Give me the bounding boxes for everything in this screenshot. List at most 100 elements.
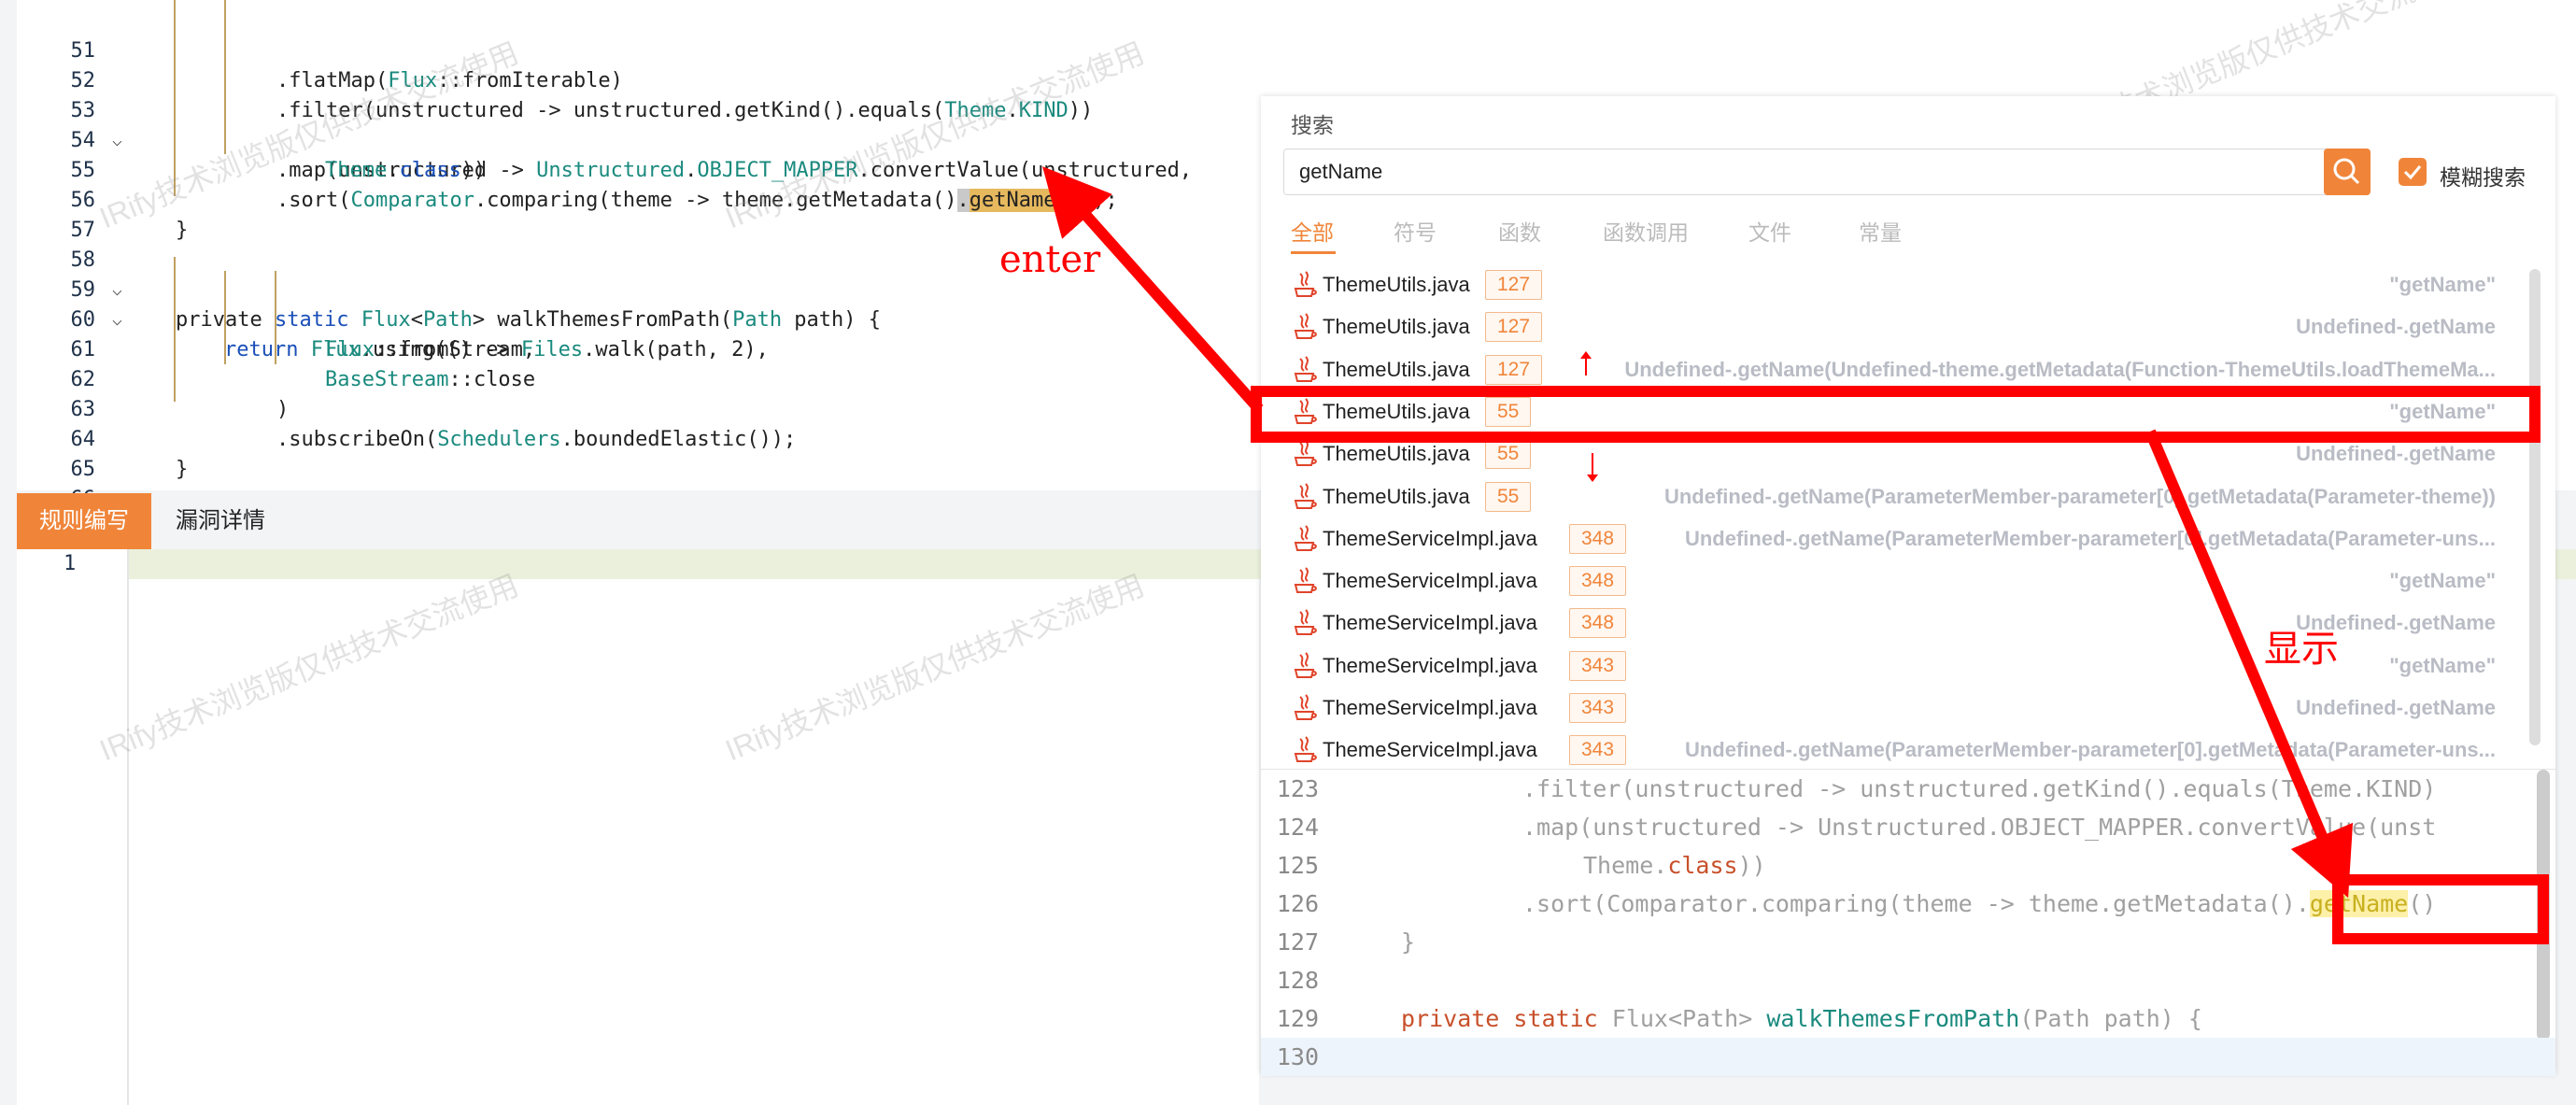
fold-chevron-icon[interactable]: ⌵ bbox=[112, 126, 122, 156]
result-file-name: ThemeServiceImpl.java bbox=[1323, 653, 1537, 677]
code-line[interactable]: 66 ⌵ private static List<Unstructured> f… bbox=[17, 455, 1029, 571]
result-row[interactable]: ThemeUtils.java 127 Undefined-.getName bbox=[1261, 306, 2522, 348]
code-text: Flux::fromStream, bbox=[325, 338, 536, 361]
tab-file[interactable]: 文件 bbox=[1748, 215, 1791, 247]
preview-line-number: 130 bbox=[1276, 1043, 1319, 1070]
result-row[interactable]: ThemeUtils.java 127 "getName" bbox=[1261, 264, 2522, 306]
code-text: Theme.class)) bbox=[325, 159, 487, 182]
java-file-icon bbox=[1293, 735, 1317, 765]
result-file-name: ThemeUtils.java bbox=[1323, 357, 1470, 381]
preview-code: .sort(Comparator.comparing(theme -> them… bbox=[1522, 890, 2437, 917]
preview-line: 129 private static Flux<Path> walkThemesF… bbox=[1261, 999, 2555, 1038]
code-line[interactable]: 63 .subscribeOn(Schedulers.boundedElasti… bbox=[17, 365, 797, 451]
code-line[interactable]: 65 bbox=[17, 425, 96, 481]
code-text: } bbox=[176, 219, 189, 242]
rule-editor[interactable]: 1 bbox=[17, 549, 2576, 1105]
result-line-badge: 55 bbox=[1485, 439, 1532, 470]
code-line[interactable]: 56 } bbox=[17, 156, 189, 242]
result-row[interactable]: ThemeServiceImpl.java 343 Undefined-.getNa… bbox=[1261, 687, 2522, 730]
code-line[interactable]: 51 .flatMap(Flux::fromIterable) bbox=[17, 7, 623, 92]
result-description: Undefined-.getName(Undefined-theme.getMe… bbox=[1624, 357, 2496, 381]
preview-line: 128 bbox=[1261, 961, 2555, 999]
result-line-badge: 348 bbox=[1569, 523, 1627, 554]
result-file-name: ThemeUtils.java bbox=[1323, 315, 1470, 339]
preview-line: 123 .filter(unstructured -> unstructured.… bbox=[1261, 770, 2555, 808]
code-line[interactable]: 58 ⌵ private static Flux<Path> walkTheme… bbox=[17, 216, 882, 332]
result-row[interactable]: ThemeServiceImpl.java 348 Undefined-.getNa… bbox=[1261, 518, 2522, 560]
result-line-badge: 127 bbox=[1485, 354, 1543, 385]
result-description: Undefined-.getName(ParameterMember-param… bbox=[1684, 738, 2496, 762]
preview-code: Theme.class)) bbox=[1583, 852, 1766, 879]
java-file-icon bbox=[1293, 693, 1317, 723]
fuzzy-search-checkbox[interactable] bbox=[2399, 158, 2427, 186]
search-button[interactable] bbox=[2324, 149, 2371, 195]
java-file-icon bbox=[1293, 524, 1317, 554]
code-text: private static Flux<Path> walkThemesFrom… bbox=[176, 308, 882, 332]
result-description: Undefined-.getName(ParameterMember-param… bbox=[1684, 526, 2496, 550]
code-text: .flatMap(Flux::fromIterable) bbox=[276, 69, 623, 92]
code-line[interactable]: 53 ⌵ .map(unstructured -> Unstructured.O… bbox=[17, 66, 1193, 182]
java-file-icon bbox=[1293, 312, 1317, 342]
tab-vuln-details[interactable]: 漏洞详情 bbox=[153, 493, 288, 549]
check-icon bbox=[2403, 165, 2422, 180]
tab-function[interactable]: 函数 bbox=[1498, 215, 1541, 247]
code-line[interactable]: 57 bbox=[17, 186, 96, 242]
tab-rule-editor[interactable]: 规则编写 bbox=[17, 493, 151, 549]
tab-function-call[interactable]: 函数调用 bbox=[1603, 215, 1689, 247]
preview-line-number: 124 bbox=[1276, 814, 1319, 841]
preview-line-number: 123 bbox=[1276, 775, 1319, 802]
result-line-badge: 348 bbox=[1569, 608, 1627, 639]
result-description: Undefined-.getName(ParameterMember-param… bbox=[1663, 484, 2496, 508]
code-line[interactable]: 64 } bbox=[17, 395, 189, 481]
result-row[interactable]: ThemeUtils.java 55 Undefined-.getName(Para… bbox=[1261, 476, 2522, 518]
tab-all[interactable]: 全部 bbox=[1291, 215, 1334, 247]
code-line[interactable]: 61 BaseStream::close bbox=[17, 305, 536, 391]
code-line[interactable]: 54 Theme.class)) bbox=[17, 96, 487, 182]
preview-line: 130 bbox=[1261, 1038, 2555, 1076]
code-line[interactable]: 62 ) bbox=[17, 335, 290, 421]
search-input[interactable]: getName bbox=[1283, 149, 2350, 195]
result-file-name: ThemeServiceImpl.java bbox=[1323, 738, 1537, 762]
result-line-badge: 127 bbox=[1485, 312, 1543, 343]
preview-line-number: 127 bbox=[1276, 928, 1319, 956]
annotation-enter: enter bbox=[999, 238, 1101, 281]
result-description: Undefined-.getName bbox=[2296, 442, 2496, 466]
code-line[interactable]: 59 ⌵ return Flux.using(() -> Files.walk(… bbox=[17, 246, 769, 361]
preview-line-number: 128 bbox=[1276, 967, 1319, 994]
search-input-value: getName bbox=[1299, 160, 1383, 183]
preview-code: .map(unstructured -> Unstructured.OBJECT… bbox=[1522, 814, 2437, 841]
active-tab-indicator bbox=[1291, 251, 1336, 254]
code-text: .sort(Comparator.comparing(theme -> them… bbox=[276, 189, 1118, 212]
code-text: } bbox=[176, 458, 189, 481]
result-row[interactable]: ThemeServiceImpl.java 343 Undefined-.getNa… bbox=[1261, 730, 2522, 772]
result-line-badge: 343 bbox=[1569, 735, 1627, 766]
result-file-name: ThemeServiceImpl.java bbox=[1323, 526, 1537, 550]
code-line[interactable]: 55 .sort(Comparator.comparing(theme -> t… bbox=[17, 126, 1118, 212]
code-line[interactable]: 60 Flux::fromStream, bbox=[17, 276, 536, 361]
code-line[interactable]: 52 .filter(unstructured -> unstructured.… bbox=[17, 36, 1094, 122]
result-line-badge: 55 bbox=[1485, 481, 1532, 512]
fuzzy-search-label: 模糊搜索 bbox=[2440, 165, 2526, 190]
code-text: .filter(unstructured -> unstructured.get… bbox=[276, 99, 1094, 122]
result-row[interactable]: ThemeUtils.java 127 Undefined-.getName(Und… bbox=[1261, 349, 2522, 391]
java-file-icon bbox=[1293, 651, 1317, 681]
tab-symbol[interactable]: 符号 bbox=[1394, 215, 1437, 247]
tab-constant[interactable]: 常量 bbox=[1859, 215, 1902, 247]
result-description: "getName" bbox=[2389, 569, 2496, 593]
panel-title: 搜索 bbox=[1291, 113, 1334, 137]
highlight-box-selected-result bbox=[1251, 386, 2541, 443]
result-file-name: ThemeUtils.java bbox=[1323, 442, 1470, 466]
indent-guide bbox=[174, 0, 176, 196]
java-file-icon bbox=[1293, 566, 1317, 596]
preview-code: } bbox=[1401, 928, 1416, 956]
result-description: Undefined-.getName bbox=[2296, 696, 2496, 719]
result-row[interactable]: ThemeServiceImpl.java 348 "getName" bbox=[1261, 560, 2522, 602]
fold-chevron-icon[interactable]: ⌵ bbox=[112, 305, 122, 335]
preview-line-number: 126 bbox=[1276, 890, 1319, 917]
search-icon bbox=[2333, 158, 2360, 185]
result-description: "getName" bbox=[2389, 273, 2496, 296]
fold-chevron-icon[interactable]: ⌵ bbox=[112, 276, 122, 305]
results-scrollbar[interactable] bbox=[2529, 269, 2541, 745]
result-file-name: ThemeServiceImpl.java bbox=[1323, 611, 1537, 635]
preview-line-number: 129 bbox=[1276, 1005, 1319, 1032]
